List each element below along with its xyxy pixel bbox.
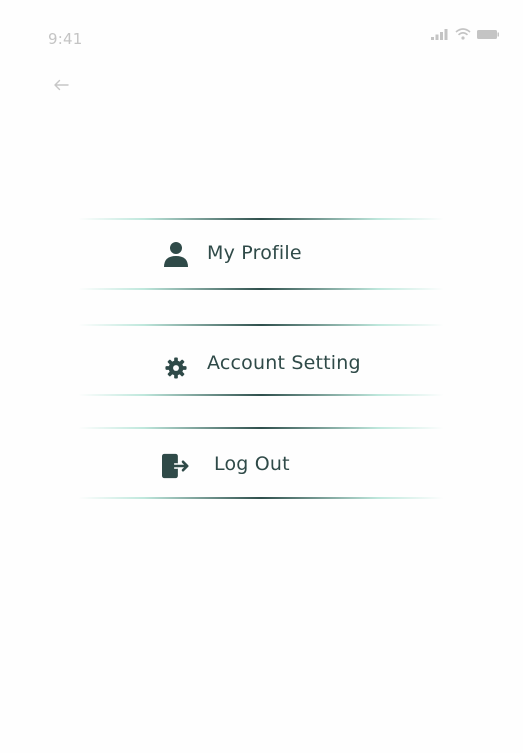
status-bar: 9:41	[0, 0, 523, 70]
back-button[interactable]	[50, 75, 72, 95]
menu-item-label: Log Out	[214, 453, 290, 475]
menu-item-log-out[interactable]: Log Out	[78, 427, 444, 499]
gear-icon	[162, 354, 190, 382]
menu-screen: 9:41 My Profile Account Setting Log Out	[0, 0, 523, 753]
divider	[78, 288, 444, 290]
divider	[78, 394, 444, 396]
status-time: 9:41	[48, 30, 83, 48]
menu-item-label: Account Setting	[207, 352, 361, 374]
arrow-left-icon	[53, 76, 69, 95]
status-icons	[431, 28, 499, 40]
battery-icon	[477, 29, 499, 40]
signal-icon	[431, 28, 449, 40]
menu-item-my-profile[interactable]: My Profile	[78, 218, 444, 290]
divider	[78, 427, 444, 429]
menu-item-label: My Profile	[207, 242, 302, 264]
divider	[78, 497, 444, 499]
menu-item-account-setting[interactable]: Account Setting	[78, 324, 444, 396]
logout-icon	[162, 452, 190, 480]
wifi-icon	[455, 28, 471, 40]
divider	[78, 324, 444, 326]
divider	[78, 218, 444, 220]
user-icon	[162, 240, 190, 268]
